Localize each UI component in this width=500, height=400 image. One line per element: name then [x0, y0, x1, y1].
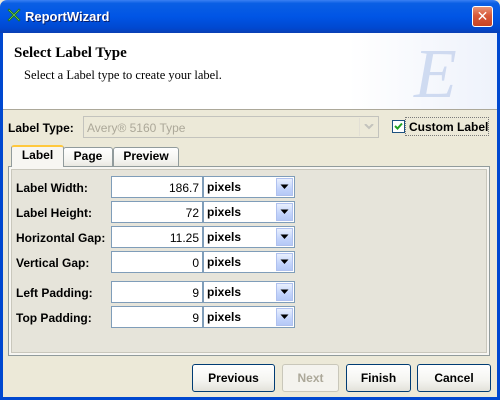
close-icon: ✕	[476, 8, 489, 24]
chevron-down-icon	[280, 289, 289, 294]
tab-label[interactable]: Label	[11, 145, 64, 167]
label-width-input[interactable]: 186.7	[111, 176, 203, 198]
label-height-label: Label Height:	[16, 206, 93, 220]
wizard-header: Select Label Type Select a Label type to…	[3, 33, 497, 110]
header-title: Select Label Type	[14, 45, 127, 61]
title-bar[interactable]: ReportWizard ✕	[0, 0, 500, 33]
checkmark-icon	[394, 122, 403, 130]
left-padding-label: Left Padding:	[16, 286, 93, 300]
logo-letter: E	[413, 36, 457, 107]
vertical-gap-unit-select[interactable]: pixels	[203, 251, 295, 273]
chevron-down-icon	[280, 314, 289, 319]
left-padding-unit-select[interactable]: pixels	[203, 281, 295, 303]
unit-value: pixels	[207, 310, 242, 324]
label-height-unit-select[interactable]: pixels	[203, 201, 295, 223]
custom-label-focus-box[interactable]: Custom Label	[405, 117, 489, 136]
tab-page[interactable]: Page	[63, 147, 113, 166]
label-height-input[interactable]: 72	[111, 201, 203, 223]
horizontal-gap-label: Horizontal Gap:	[16, 231, 106, 245]
chevron-down-icon	[280, 209, 289, 214]
left-padding-input[interactable]: 9	[111, 281, 203, 303]
horizontal-gap-unit-select[interactable]: pixels	[203, 226, 295, 248]
label-type-combo[interactable]: Avery® 5160 Type	[83, 116, 379, 138]
label-type-value: Avery® 5160 Type	[87, 121, 186, 135]
wizard-logo: E	[413, 36, 457, 107]
unit-value: pixels	[207, 255, 242, 269]
top-padding-input[interactable]: 9	[111, 306, 203, 328]
top-padding-unit-select[interactable]: pixels	[203, 306, 295, 328]
dropdown-button[interactable]	[276, 283, 293, 301]
vertical-gap-label: Vertical Gap:	[16, 256, 90, 270]
custom-label-text: Custom Label	[409, 120, 489, 134]
tab-preview[interactable]: Preview	[113, 147, 179, 166]
window-title: ReportWizard	[25, 9, 110, 24]
label-width-unit-select[interactable]: pixels	[203, 176, 295, 198]
chevron-down-icon	[280, 234, 289, 239]
dropdown-button[interactable]	[276, 308, 293, 326]
dropdown-button[interactable]	[276, 178, 293, 196]
report-wizard-window: ReportWizard ✕ Select Label Type Select …	[0, 0, 500, 400]
dropdown-button[interactable]	[276, 253, 293, 271]
chevron-down-icon	[280, 184, 289, 189]
unit-value: pixels	[207, 180, 242, 194]
label-type-dropdown-button[interactable]	[359, 118, 378, 136]
finish-button[interactable]: Finish	[346, 364, 411, 392]
previous-button[interactable]: Previous	[192, 364, 275, 392]
vertical-gap-input[interactable]: 0	[111, 251, 203, 273]
top-padding-label: Top Padding:	[16, 311, 92, 325]
chevron-down-icon	[280, 259, 289, 264]
dropdown-button[interactable]	[276, 228, 293, 246]
label-type-label: Label Type:	[8, 121, 74, 135]
unit-value: pixels	[207, 205, 242, 219]
next-button[interactable]: Next	[282, 364, 339, 392]
custom-label-checkbox[interactable]	[392, 120, 405, 133]
horizontal-gap-input[interactable]: 11.25	[111, 226, 203, 248]
unit-value: pixels	[207, 230, 242, 244]
label-width-label: Label Width:	[16, 181, 88, 195]
unit-value: pixels	[207, 285, 242, 299]
app-icon	[7, 8, 21, 22]
cancel-button[interactable]: Cancel	[417, 364, 491, 392]
close-button[interactable]: ✕	[472, 6, 493, 27]
chevron-down-icon	[364, 124, 374, 130]
dropdown-button[interactable]	[276, 203, 293, 221]
header-subtitle: Select a Label type to create your label…	[24, 68, 222, 82]
